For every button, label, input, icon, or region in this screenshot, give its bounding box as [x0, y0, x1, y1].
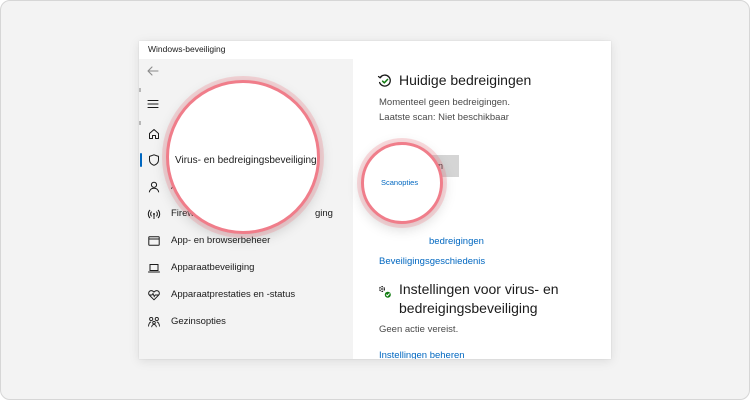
sidebar-item-label: Apparaatbeveiliging — [171, 262, 255, 273]
magnified-virus-protection-label[interactable]: Virus- en bedreigingsbeveiliging — [175, 155, 317, 166]
sidebar-item-label: Apparaatprestaties en -status — [171, 289, 296, 300]
settings-heading-line1: Instellingen voor virus- en — [399, 281, 559, 297]
back-arrow-icon[interactable] — [145, 63, 161, 79]
last-scan-text: Laatste scan: Niet beschikbaar — [379, 112, 509, 123]
protection-history-link[interactable]: Beveiligingsgeschiedenis — [379, 256, 485, 267]
family-icon — [148, 316, 160, 328]
home-icon — [149, 129, 159, 139]
sidebar-item-label: Gezinsopties — [171, 316, 226, 327]
threats-heading: Huidige bedreigingen — [399, 72, 532, 88]
allowed-threats-link[interactable]: bedreigingen — [429, 236, 484, 247]
shield-icon — [149, 154, 159, 166]
sidebar-item-device-security[interactable]: Apparaatbeveiliging — [139, 257, 353, 279]
scroll-tick — [139, 88, 141, 92]
sidebar-item-label: App- en browserbeheer — [171, 235, 271, 246]
laptop-icon — [147, 264, 161, 273]
threats-status: Momenteel geen bedreigingen. — [379, 97, 510, 108]
manage-settings-link[interactable]: Instellingen beheren — [379, 350, 465, 359]
settings-gears-icon — [378, 285, 391, 298]
sidebar-item-label-tail: ging — [315, 208, 333, 219]
sidebar-item-family[interactable]: Gezinsopties — [139, 311, 353, 333]
title-bar: Windows-beveiliging — [139, 41, 611, 59]
magnifier-nav-callout: Virus- en bedreigingsbeveiliging — [166, 80, 320, 234]
hamburger-menu-icon[interactable] — [146, 97, 160, 111]
wireless-icon — [147, 209, 161, 219]
magnifier-scan-callout: Scanopties — [361, 142, 443, 224]
settings-status: Geen actie vereist. — [379, 324, 459, 335]
magnified-scan-options-link[interactable]: Scanopties — [381, 178, 418, 187]
app-window-icon — [148, 236, 160, 246]
threat-scan-icon — [377, 74, 391, 87]
window-title: Windows-beveiliging — [148, 44, 226, 54]
heart-pulse-icon — [148, 290, 160, 301]
sidebar-item-device-performance[interactable]: Apparaatprestaties en -status — [139, 284, 353, 306]
settings-heading-line2: bedreigingsbeveiliging — [399, 300, 538, 316]
person-icon — [148, 181, 160, 193]
